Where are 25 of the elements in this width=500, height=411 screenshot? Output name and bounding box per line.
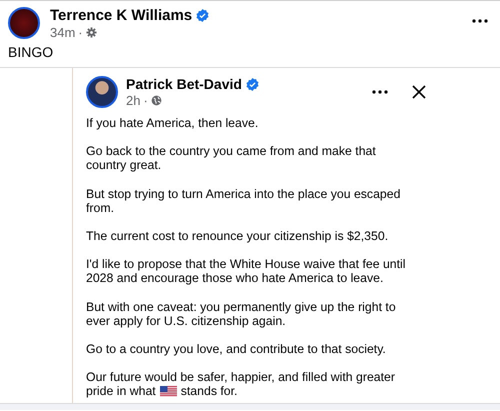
post-time[interactable]: 34m — [50, 25, 76, 40]
post-paragraph: pride in what — [86, 384, 156, 399]
post-paragraph: Go to a country you love, and contribute to that society. — [86, 342, 387, 356]
separator-dot: · — [78, 25, 83, 40]
flag-icon — [160, 386, 177, 398]
gear-icon — [86, 27, 97, 38]
post-paragraph: The current cost to renounce your citizenship is $2,350. — [86, 229, 390, 244]
avatar[interactable] — [86, 76, 118, 108]
post-paragraph: But with one caveat: you permanently give up the right to ever apply for U.S. citizenship again. — [86, 300, 397, 328]
author-name[interactable]: Terrence K Williams — [50, 7, 192, 24]
globe-icon — [150, 95, 162, 106]
post-text: BINGO — [7, 43, 54, 60]
post-time[interactable]: 2h — [126, 93, 140, 108]
post-paragraph: Our future would be safer, happier, and filled with greater — [86, 370, 395, 384]
post-paragraph: I'd like to propose that the White House waive that fee until 2028 and encourage those who hate America to leave. — [86, 257, 407, 286]
post-paragraph: stands for. — [180, 384, 238, 399]
author-name[interactable]: Patrick Bet-David — [126, 76, 242, 92]
more-options-button[interactable] — [370, 90, 390, 94]
avatar[interactable] — [8, 7, 40, 39]
post-paragraph: But stop trying to turn America into the place you escaped from. — [86, 186, 402, 216]
post-paragraph: Go back to the country you came from and make that country great. — [86, 144, 377, 173]
more-options-button[interactable] — [470, 19, 490, 23]
close-button[interactable] — [412, 85, 426, 99]
separator-dot: · — [143, 93, 148, 108]
post-paragraph: If you hate America, then leave. — [86, 116, 260, 130]
